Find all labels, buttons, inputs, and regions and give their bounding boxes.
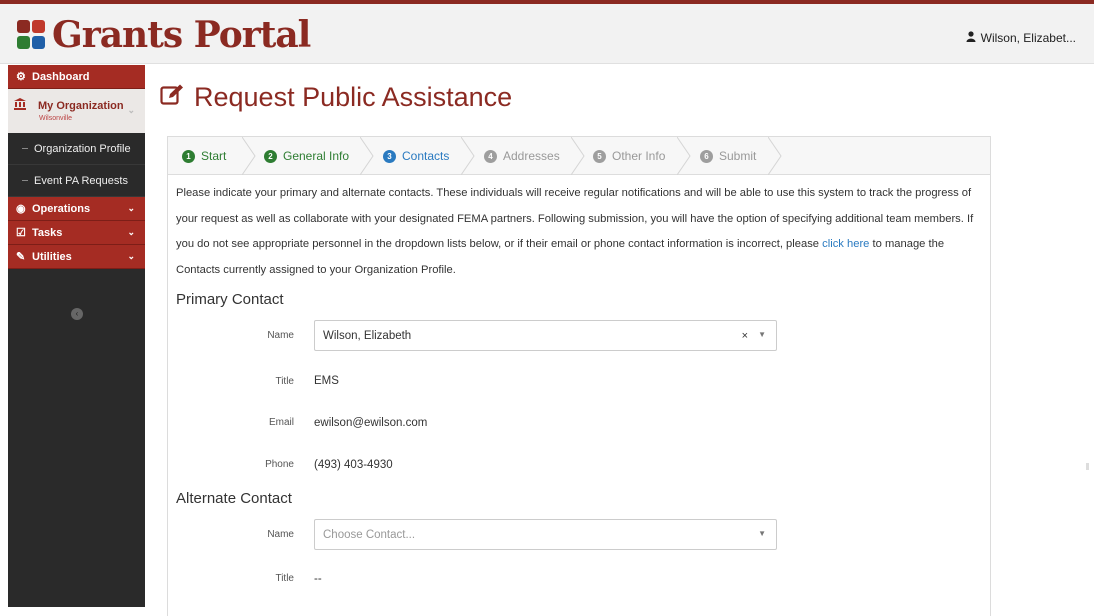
clear-icon[interactable]: × [742, 330, 748, 342]
step-separator [360, 137, 374, 175]
primary-phone-value: (493) 403-4930 [314, 459, 393, 471]
phone-label: Phone [265, 459, 294, 470]
organization-name: Wilsonville [39, 115, 73, 122]
step-separator [242, 137, 256, 175]
chevron-down-icon: ⌄ [127, 203, 135, 213]
step-label: Submit [719, 149, 757, 163]
chevron-down-icon: ⌄ [127, 105, 135, 115]
step-label: Addresses [503, 149, 560, 163]
checkbox-icon: ☑ [16, 227, 26, 239]
sidebar-item-event-pa-requests[interactable]: Event PA Requests [8, 165, 145, 197]
caret-down-icon[interactable]: ▼ [758, 529, 766, 538]
chevron-down-icon: ⌄ [127, 227, 135, 237]
email-label: Email [268, 417, 294, 428]
sidebar-item-my-organization[interactable]: My Organization Wilsonville ⌄ [8, 89, 145, 133]
step-number: 5 [593, 149, 606, 163]
sidebar-item-label: Event PA Requests [34, 174, 128, 187]
step-separator [461, 137, 475, 175]
sidebar: ⚙ Dashboard My Organization Wilsonville … [8, 65, 145, 607]
title-label: Title [275, 376, 294, 387]
edit-icon [160, 82, 184, 113]
app-logo-text[interactable]: Grants Portal [52, 14, 311, 56]
alternate-contact-placeholder: Choose Contact... [323, 528, 416, 541]
page-title-text: Request Public Assistance [194, 82, 513, 112]
primary-contact-heading: Primary Contact [176, 291, 284, 308]
step-other-info[interactable]: 5 Other Info [593, 137, 665, 175]
primary-contact-value: Wilson, Elizabeth [323, 329, 412, 342]
step-label: Start [201, 149, 227, 163]
sidebar-item-label: My Organization [38, 100, 124, 112]
caret-down-icon[interactable]: ▼ [758, 330, 766, 339]
user-icon [966, 31, 976, 45]
sidebar-item-tasks[interactable]: ☑ Tasks ⌄ [8, 221, 145, 245]
user-menu[interactable]: Wilson, Elizabet... [966, 31, 1076, 45]
step-contacts[interactable]: 3 Contacts [383, 137, 449, 175]
wrench-icon: ✎ [16, 251, 26, 263]
app-header: Grants Portal Wilson, Elizabet... [0, 4, 1094, 64]
dashboard-icon: ⚙ [16, 71, 26, 83]
step-submit[interactable]: 6 Submit [700, 137, 756, 175]
step-separator [768, 137, 782, 175]
sidebar-item-label: Operations [32, 202, 91, 215]
step-number: 2 [264, 149, 277, 163]
step-number: 3 [383, 149, 396, 163]
step-separator [571, 137, 585, 175]
name-label: Name [267, 330, 294, 341]
primary-title-value: EMS [314, 375, 339, 387]
chevron-down-icon: ⌄ [127, 251, 135, 261]
primary-contact-select[interactable]: Wilson, Elizabeth × ▼ [314, 320, 777, 351]
step-general-info[interactable]: 2 General Info [264, 137, 349, 175]
operations-icon: ◉ [16, 203, 26, 215]
primary-email-value: ewilson@ewilson.com [314, 417, 428, 429]
sidebar-item-dashboard[interactable]: ⚙ Dashboard [8, 65, 145, 89]
sidebar-item-organization-profile[interactable]: Organization Profile [8, 133, 145, 165]
sidebar-item-label: Organization Profile [34, 142, 131, 155]
step-label: Contacts [402, 149, 450, 163]
alternate-title-value: -- [314, 573, 322, 585]
sidebar-item-label: Tasks [32, 226, 63, 239]
step-label: Other Info [612, 149, 666, 163]
step-number: 1 [182, 149, 195, 163]
title-label: Title [275, 573, 294, 584]
step-separator [677, 137, 691, 175]
step-number: 6 [700, 149, 713, 163]
step-label: General Info [283, 149, 350, 163]
alternate-contact-select[interactable]: Choose Contact... ▼ [314, 519, 777, 550]
sidebar-item-label: Dashboard [32, 70, 90, 83]
step-number: 4 [484, 149, 497, 163]
intro-paragraph: Please indicate your primary and alterna… [176, 181, 984, 283]
sidebar-item-label: Utilities [32, 250, 72, 263]
logo-icon [17, 20, 47, 52]
sidebar-item-operations[interactable]: ◉ Operations ⌄ [8, 197, 145, 221]
step-start[interactable]: 1 Start [182, 137, 226, 175]
sidebar-item-utilities[interactable]: ✎ Utilities ⌄ [8, 245, 145, 269]
page-title: Request Public Assistance [160, 82, 512, 113]
collapse-sidebar-icon[interactable]: ‹ [71, 308, 83, 320]
request-form-panel: 1 Start 2 General Info 3 Contacts 4 Addr… [167, 136, 991, 616]
page-edge-mark [1086, 463, 1089, 470]
alternate-contact-heading: Alternate Contact [176, 490, 292, 507]
user-name: Wilson, Elizabet... [980, 31, 1076, 45]
name-label: Name [267, 529, 294, 540]
step-addresses[interactable]: 4 Addresses [484, 137, 560, 175]
wizard-steps: 1 Start 2 General Info 3 Contacts 4 Addr… [168, 137, 990, 175]
manage-contacts-link[interactable]: click here [822, 238, 869, 250]
bank-icon [14, 98, 26, 113]
